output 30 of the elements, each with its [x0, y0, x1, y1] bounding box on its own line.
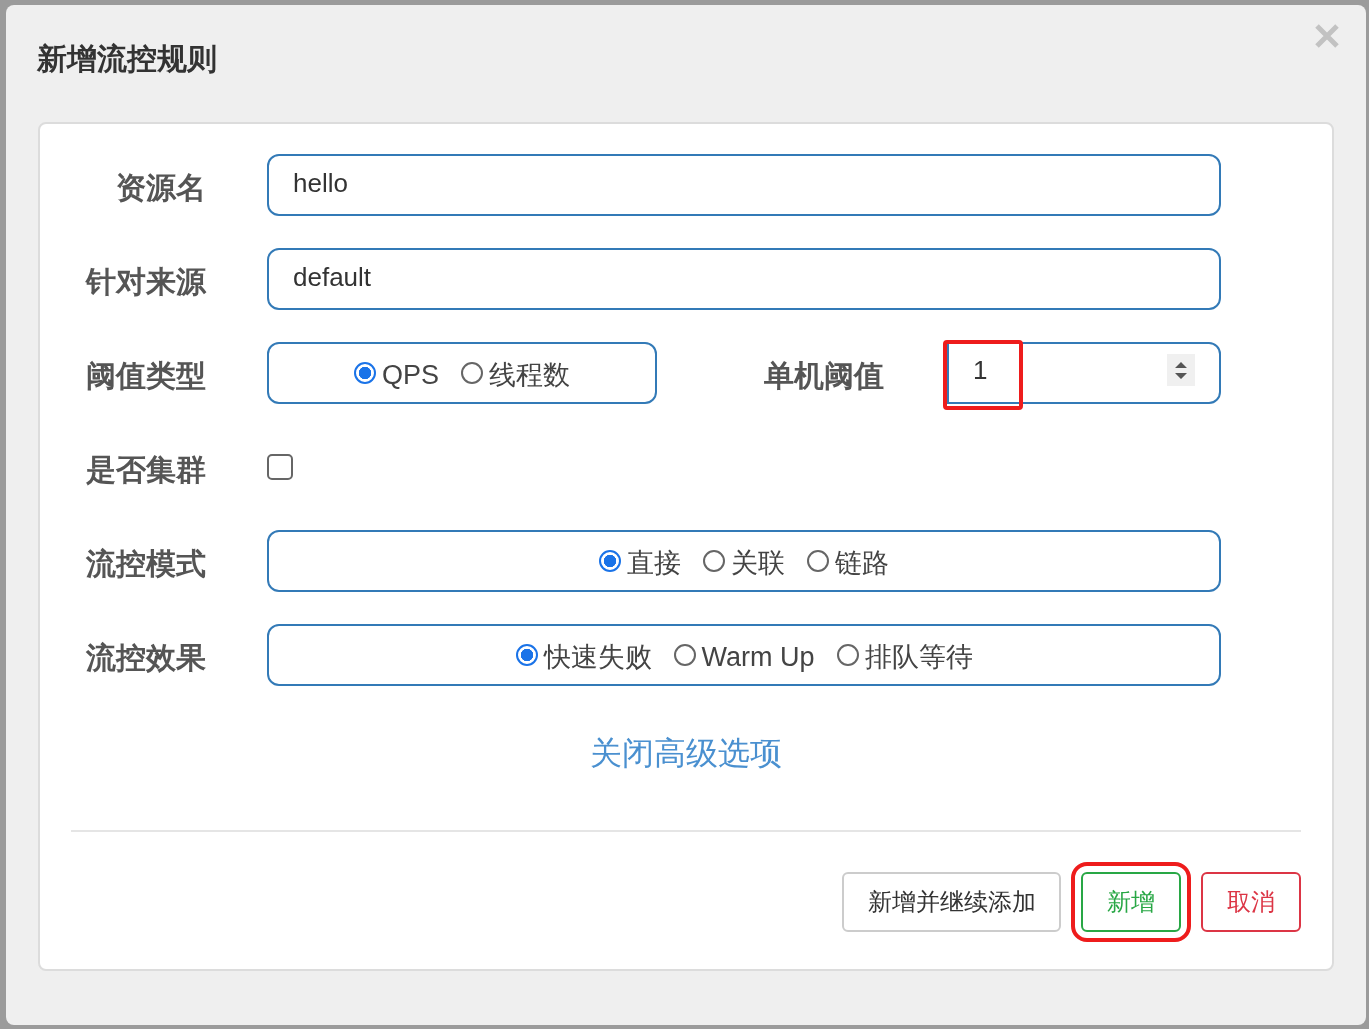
radio-option[interactable]: 关联 [703, 541, 785, 581]
radio-option[interactable]: 快速失败 [515, 635, 652, 675]
radio-button[interactable] [703, 550, 725, 572]
field-label: 流控效果 [85, 639, 206, 676]
radio-option[interactable]: Warm Up [673, 637, 815, 673]
radio-option[interactable]: QPS [354, 355, 439, 391]
radio-button[interactable] [836, 644, 859, 666]
radio-button[interactable] [515, 644, 538, 666]
radio-button[interactable] [673, 644, 696, 666]
radio-option[interactable]: 链路 [807, 541, 889, 581]
radio-option[interactable]: 排队等待 [836, 635, 973, 675]
dialog-title: 新增流控规则 [37, 41, 217, 77]
checkbox[interactable] [267, 454, 293, 480]
radio-button[interactable] [354, 362, 376, 384]
text-input[interactable]: hello [267, 154, 1221, 216]
field-label: 针对来源 [84, 263, 206, 300]
field-label: 阈值类型 [85, 357, 206, 394]
field-label: 资源名 [115, 169, 206, 206]
radio-button[interactable] [807, 550, 829, 572]
radio-button[interactable] [599, 550, 621, 572]
text-input[interactable]: default [267, 248, 1221, 310]
radio-button[interactable] [461, 362, 483, 384]
spinner-icon[interactable] [1167, 354, 1195, 386]
field-label: 流控模式 [85, 545, 206, 582]
field-label: 是否集群 [85, 451, 206, 488]
field-label: 单机阈值 [763, 357, 884, 394]
action-button[interactable]: 新增并继续添加 [842, 872, 1061, 932]
radio-option[interactable]: 直接 [599, 541, 681, 581]
action-button[interactable]: 取消 [1201, 872, 1301, 932]
radio-option[interactable]: 线程数 [461, 353, 570, 393]
